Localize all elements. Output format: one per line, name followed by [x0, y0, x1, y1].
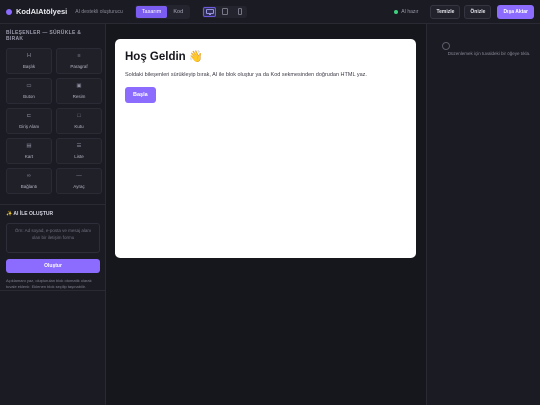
component-card[interactable]: ▤ Kart [6, 138, 52, 164]
component-label: Giriş Alanı [18, 123, 40, 129]
component-input[interactable]: ⊏ Giriş Alanı [6, 108, 52, 134]
device-switcher [202, 5, 248, 18]
ai-status-label: AI hazır [401, 8, 419, 15]
ai-section-title: ✨ AI İLE OLUŞTUR [6, 211, 54, 217]
properties-hint: Düzenlemek için tuvaldeki bir öğeye tıkl… [447, 51, 531, 56]
component-label: Kart [24, 153, 34, 159]
component-image[interactable]: ▣ Resim [56, 78, 102, 104]
component-label: Buton [23, 93, 35, 99]
welcome-heading[interactable]: Hoş Geldin 👋 [125, 49, 406, 63]
panel-divider-bottom [0, 290, 106, 291]
component-label: Ayraç [73, 183, 85, 189]
box-icon: □ [77, 112, 81, 119]
card-icon: ▤ [26, 142, 32, 149]
component-divider[interactable]: — Ayraç [56, 168, 102, 194]
ai-status: AI hazır [394, 9, 418, 15]
start-button[interactable]: Başla [125, 86, 156, 103]
paragraph-icon: ≡ [77, 52, 81, 59]
ai-hint-text: Açıklamanı yaz, oluşturulan blok otomati… [6, 278, 92, 289]
tablet-view-button[interactable] [218, 7, 231, 17]
component-label: Başlık [22, 63, 36, 69]
tab-design[interactable]: Tasarım [135, 5, 168, 18]
component-paragraph[interactable]: ≡ Paragraf [56, 48, 102, 74]
component-heading[interactable]: H Başlık [6, 48, 52, 74]
brand-logo-icon [6, 8, 12, 15]
components-panel: BİLEŞENLER — SÜRÜKLE & BIRAK H Başlık ≡ … [0, 24, 106, 405]
mobile-view-button[interactable] [233, 7, 246, 17]
link-icon: ∞ [27, 172, 31, 179]
brand-subtitle: AI destekli oluşturucu [75, 8, 123, 15]
design-canvas[interactable]: Hoş Geldin 👋 Soldaki bileşenleri sürükle… [107, 24, 425, 405]
tablet-icon [221, 8, 228, 15]
canvas-page[interactable]: Hoş Geldin 👋 Soldaki bileşenleri sürükle… [115, 39, 416, 258]
image-icon: ▣ [76, 82, 82, 89]
components-title: BİLEŞENLER — SÜRÜKLE & BIRAK [6, 30, 82, 42]
list-icon: ☰ [76, 142, 82, 149]
mode-tabs: Tasarım Kod [134, 4, 191, 19]
component-box[interactable]: □ Kutu [56, 108, 102, 134]
component-label: Kutu [74, 123, 84, 129]
clear-button[interactable]: Temizle [430, 4, 461, 19]
input-icon: ⊏ [26, 112, 32, 119]
component-button[interactable]: ▭ Buton [6, 78, 52, 104]
component-label: Resim [72, 93, 86, 99]
component-label: Paragraf [70, 63, 88, 69]
properties-panel: Düzenlemek için tuvaldeki bir öğeye tıkl… [426, 24, 540, 405]
brand-name: KodAIAtölyesi [16, 7, 68, 16]
component-list[interactable]: ☰ Liste [56, 138, 102, 164]
ai-prompt-placeholder: Örn: Ad soyad, e-posta ve mesaj alanı ol… [14, 228, 92, 240]
desktop-icon [205, 8, 214, 15]
status-dot-icon [394, 9, 399, 14]
preview-button[interactable]: Önizle [464, 4, 492, 19]
heading-icon: H [27, 52, 31, 59]
top-bar: KodAIAtölyesi AI destekli oluşturucu Tas… [0, 0, 540, 24]
welcome-paragraph[interactable]: Soldaki bileşenleri sürükleyip bırak, AI… [125, 71, 395, 80]
tab-code[interactable]: Kod [167, 6, 189, 18]
desktop-view-button[interactable] [203, 6, 217, 17]
generate-button[interactable]: Oluştur [6, 259, 100, 273]
export-button[interactable]: Dışa Aktar [497, 4, 534, 19]
components-grid: H Başlık ≡ Paragraf ▭ Buton ▣ Resim ⊏ Gi… [0, 42, 105, 200]
mobile-icon [237, 8, 242, 15]
divider-icon: — [76, 172, 82, 179]
empty-selection-icon [442, 42, 450, 50]
component-label: Bağlantı [20, 183, 38, 189]
button-icon: ▭ [26, 82, 32, 89]
component-link[interactable]: ∞ Bağlantı [6, 168, 52, 194]
ai-prompt-input[interactable]: Örn: Ad soyad, e-posta ve mesaj alanı ol… [6, 223, 100, 253]
component-label: Liste [74, 153, 84, 159]
